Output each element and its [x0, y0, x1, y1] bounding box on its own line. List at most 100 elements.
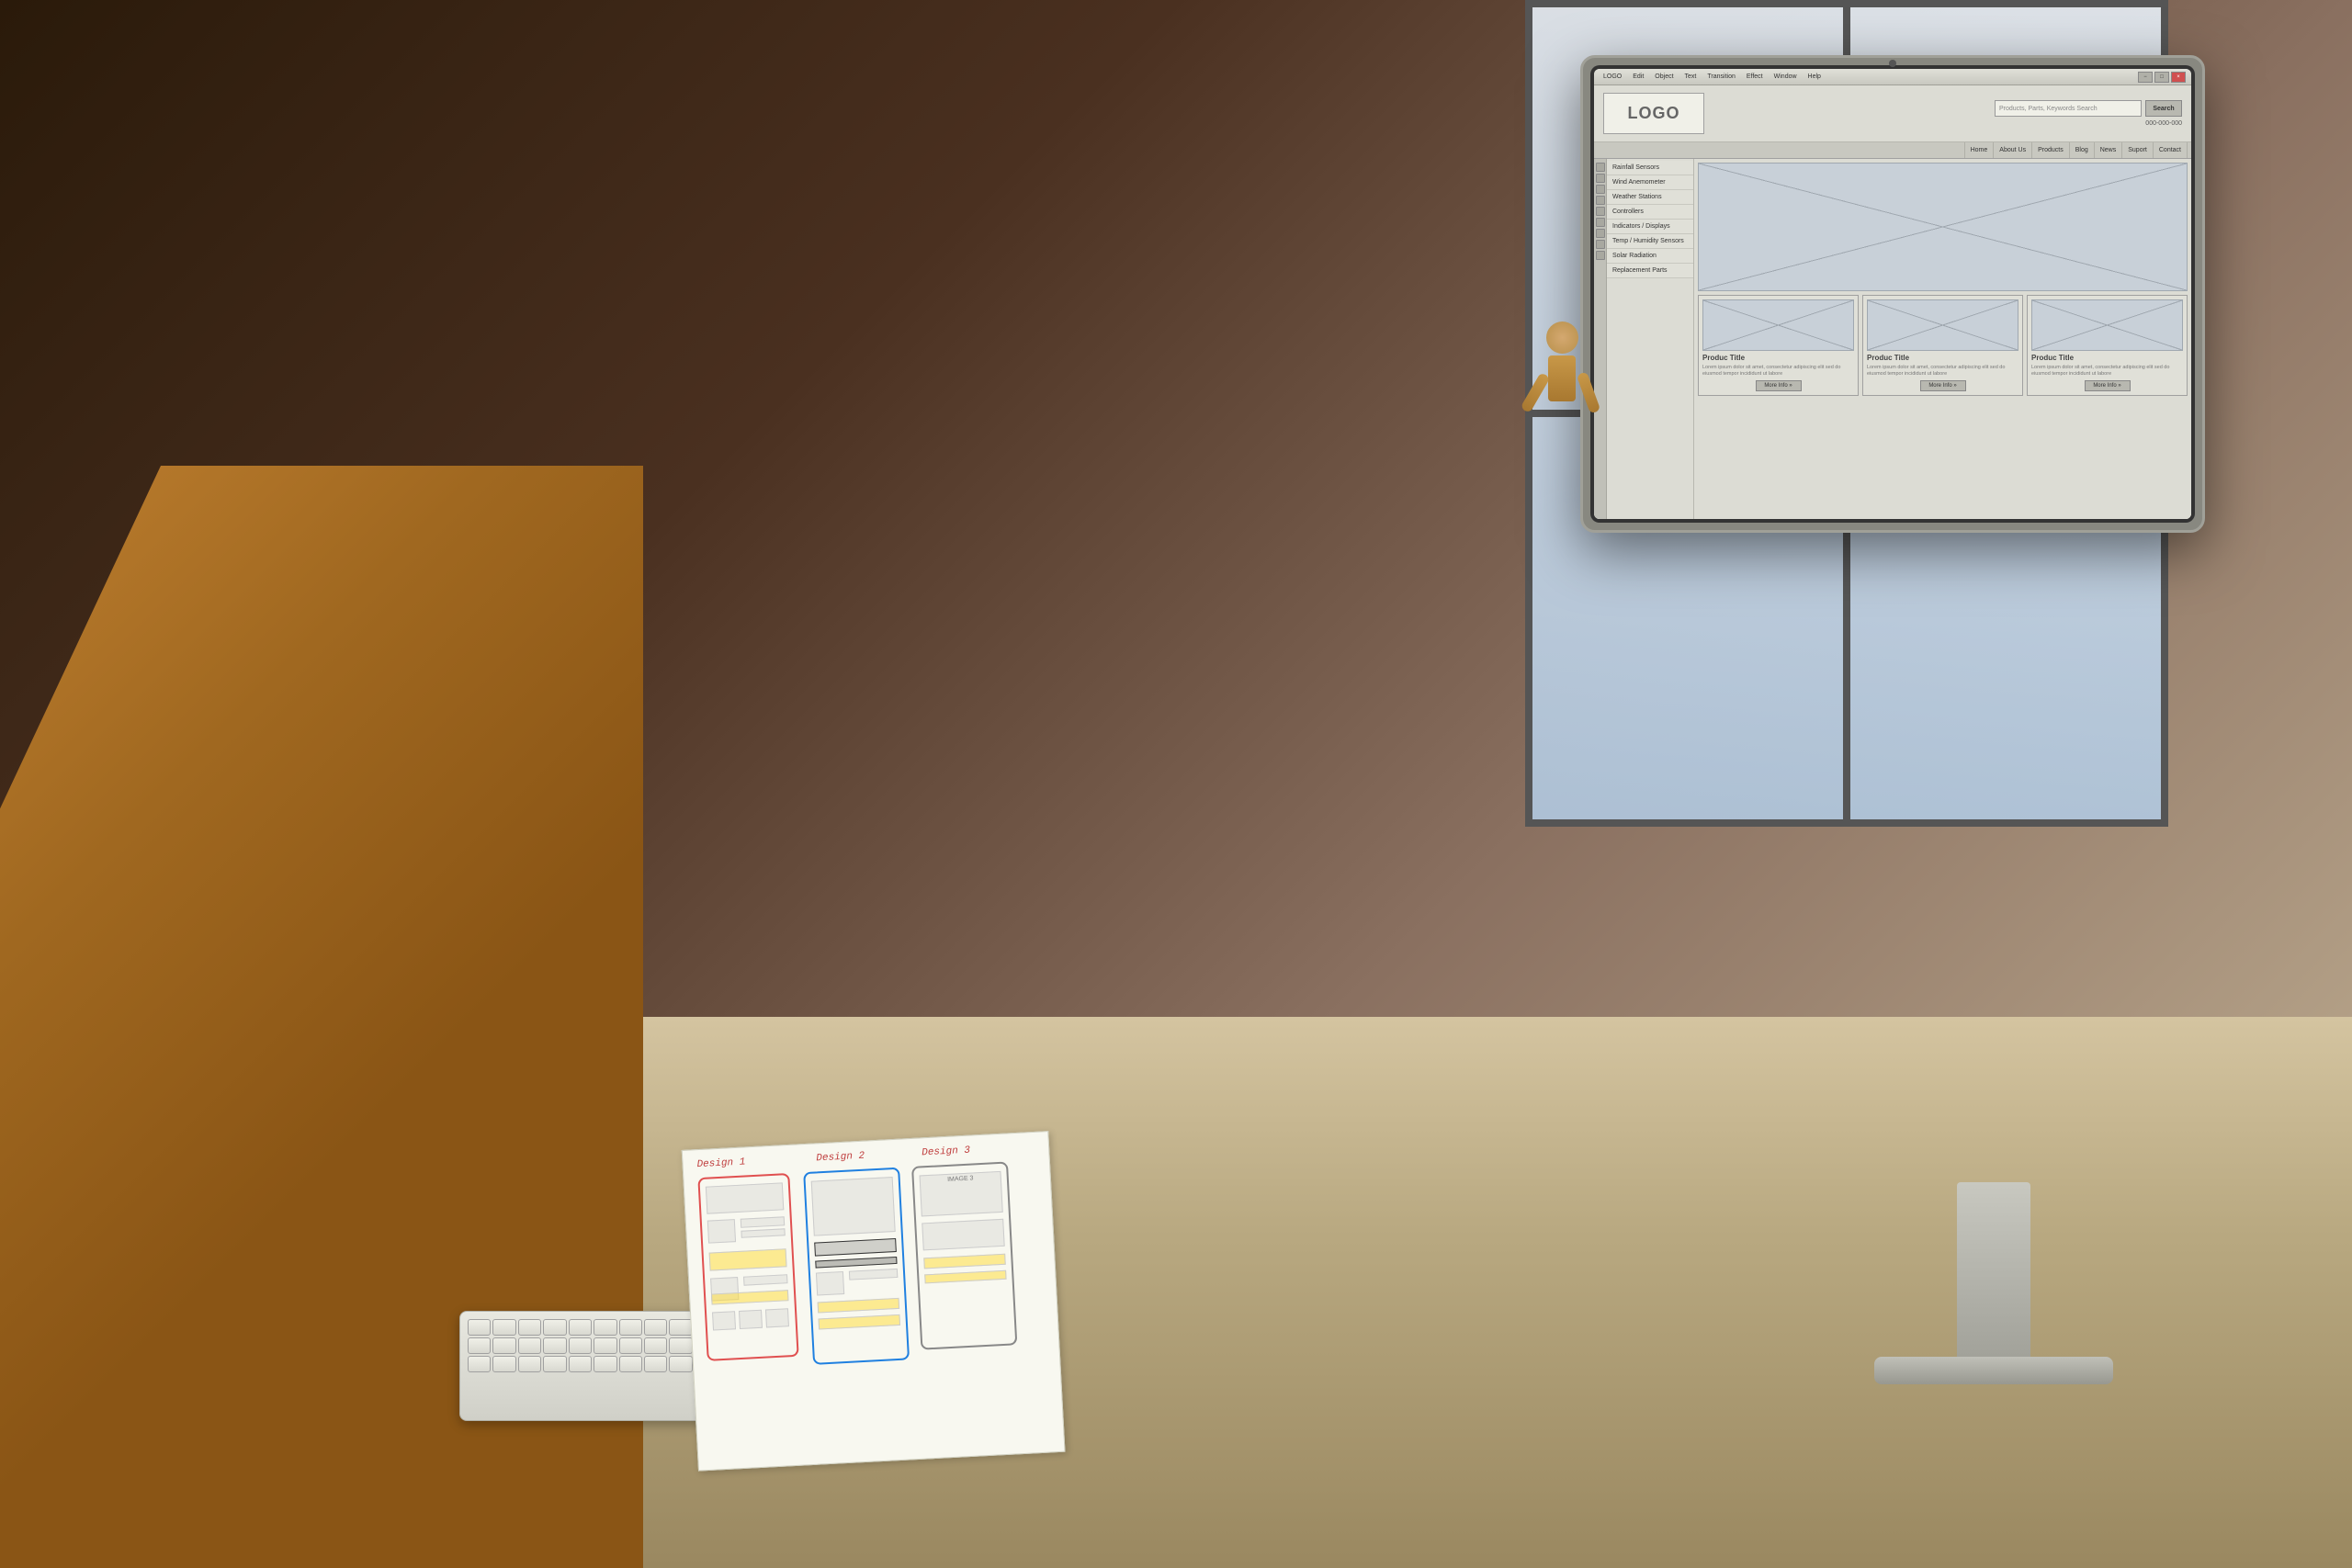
- tool-7[interactable]: [1596, 229, 1605, 238]
- nav-about[interactable]: About Us: [1994, 142, 2032, 158]
- software-title-bar: LOGO Edit Object Text Transition Effect …: [1594, 69, 2191, 85]
- menu-edit[interactable]: Edit: [1629, 73, 1647, 80]
- monitor-base: [1874, 1357, 2113, 1384]
- key-31[interactable]: [518, 1356, 541, 1372]
- monitor-stand: [1957, 1182, 2030, 1366]
- window-controls: − □ ×: [2138, 72, 2186, 83]
- sidebar-item-controllers[interactable]: Controllers: [1607, 205, 1693, 220]
- nav-news[interactable]: News: [2095, 142, 2123, 158]
- product-card-2: Produc Title Lorem ipsum dolor sit amet,…: [1862, 295, 2023, 396]
- sketch-ph2-box-7: [819, 1314, 901, 1330]
- sketch-box-1: [706, 1182, 784, 1213]
- sidebar-item-temp[interactable]: Temp / Humidity Sensors: [1607, 234, 1693, 249]
- logo-text: LOGO: [1628, 104, 1680, 123]
- key-6[interactable]: [594, 1319, 616, 1336]
- minimize-button[interactable]: −: [2138, 72, 2153, 83]
- products-row: Produc Title Lorem ipsum dolor sit amet,…: [1698, 295, 2188, 396]
- tool-4[interactable]: [1596, 196, 1605, 205]
- sidebar-item-replacement[interactable]: Replacement Parts: [1607, 264, 1693, 278]
- menu-effect[interactable]: Effect: [1743, 73, 1767, 80]
- tool-6[interactable]: [1596, 218, 1605, 227]
- main-layout: Rainfall Sensors Wind Anemometer Weather…: [1594, 159, 2191, 519]
- sketch-ph3-box-1: IMAGE 3: [920, 1171, 1003, 1217]
- more-info-btn-1[interactable]: More Info »: [1756, 380, 1802, 391]
- sketch-phone-3: IMAGE 3: [911, 1161, 1017, 1349]
- sketch-ph2-box-4: [816, 1271, 844, 1296]
- figure-body: [1548, 355, 1576, 401]
- key-29[interactable]: [468, 1356, 491, 1372]
- sketch-ph2-box-2: [814, 1238, 897, 1257]
- monitor-screen: LOGO Edit Object Text Transition Effect …: [1594, 69, 2191, 519]
- search-input[interactable]: Products, Parts, Keywords Search: [1995, 100, 2142, 117]
- key-20[interactable]: [594, 1337, 616, 1354]
- key-18[interactable]: [543, 1337, 566, 1354]
- key-30[interactable]: [492, 1356, 515, 1372]
- sidebar: Rainfall Sensors Wind Anemometer Weather…: [1607, 159, 1694, 519]
- sidebar-item-solar[interactable]: Solar Radiation: [1607, 249, 1693, 264]
- search-row: Products, Parts, Keywords Search Search: [1995, 100, 2182, 117]
- key-4[interactable]: [543, 1319, 566, 1336]
- key-21[interactable]: [619, 1337, 642, 1354]
- key-19[interactable]: [569, 1337, 592, 1354]
- monitor-camera: [1889, 60, 1896, 67]
- nav-support[interactable]: Suport: [2122, 142, 2154, 158]
- tool-8[interactable]: [1596, 240, 1605, 249]
- content-area: Produc Title Lorem ipsum dolor sit amet,…: [1694, 159, 2191, 519]
- tool-9[interactable]: [1596, 251, 1605, 260]
- website-wireframe: LOGO Products, Parts, Keywords Search Se…: [1594, 85, 2191, 519]
- product-desc-1: Lorem ipsum dolor sit amet, consectetur …: [1702, 365, 1854, 378]
- more-info-btn-2[interactable]: More Info »: [1920, 380, 1966, 391]
- key-16[interactable]: [492, 1337, 515, 1354]
- menu-transition[interactable]: Transition: [1703, 73, 1738, 80]
- design1-label: Design 1: [696, 1156, 745, 1170]
- sketch-ph3-box-3: [923, 1254, 1006, 1269]
- sketch-ph2-box-3: [815, 1257, 897, 1269]
- sidebar-item-rainfall[interactable]: Rainfall Sensors: [1607, 161, 1693, 175]
- key-15[interactable]: [468, 1337, 491, 1354]
- key-5[interactable]: [569, 1319, 592, 1336]
- key-17[interactable]: [518, 1337, 541, 1354]
- nav-blog[interactable]: Blog: [2070, 142, 2095, 158]
- more-info-btn-3[interactable]: More Info »: [2085, 380, 2131, 391]
- sketch-box-7: [743, 1274, 787, 1285]
- sketch-ph2-box-5: [849, 1269, 898, 1280]
- figure-head: [1546, 321, 1578, 354]
- sidebar-menu: Rainfall Sensors Wind Anemometer Weather…: [1607, 159, 1693, 519]
- sketch-ph3-box-4: [924, 1270, 1006, 1284]
- sidebar-item-weather[interactable]: Weather Stations: [1607, 190, 1693, 205]
- header-right: Products, Parts, Keywords Search Search …: [1713, 100, 2182, 127]
- sketch-ph3-label: IMAGE 3: [921, 1172, 1001, 1187]
- tool-3[interactable]: [1596, 185, 1605, 194]
- menu-window[interactable]: Window: [1770, 73, 1801, 80]
- tool-2[interactable]: [1596, 174, 1605, 183]
- sketch-phone-1: [697, 1173, 798, 1361]
- navigation-bar: Home About Us Products Blog News Suport …: [1594, 142, 2191, 159]
- nav-home[interactable]: Home: [1964, 142, 1995, 158]
- menu-help[interactable]: Help: [1804, 73, 1825, 80]
- tool-5[interactable]: [1596, 207, 1605, 216]
- key-33[interactable]: [569, 1356, 592, 1372]
- maximize-button[interactable]: □: [2154, 72, 2169, 83]
- figure-arm-left: [1521, 372, 1551, 413]
- sketch-box-10: [739, 1310, 763, 1329]
- sidebar-item-wind[interactable]: Wind Anemometer: [1607, 175, 1693, 190]
- key-34[interactable]: [594, 1356, 616, 1372]
- key-2[interactable]: [492, 1319, 515, 1336]
- key-7[interactable]: [619, 1319, 642, 1336]
- search-button[interactable]: Search: [2145, 100, 2182, 117]
- key-35[interactable]: [619, 1356, 642, 1372]
- nav-contact[interactable]: Contact: [2154, 142, 2188, 158]
- menu-object[interactable]: Object: [1651, 73, 1677, 80]
- menu-file[interactable]: LOGO: [1600, 73, 1625, 80]
- phone-number: 000-000-000: [2145, 120, 2182, 127]
- close-button[interactable]: ×: [2171, 72, 2186, 83]
- key-3[interactable]: [518, 1319, 541, 1336]
- tool-1[interactable]: [1596, 163, 1605, 172]
- key-1[interactable]: [468, 1319, 491, 1336]
- sidebar-item-indicators[interactable]: Indicators / Displays: [1607, 220, 1693, 234]
- product-image-3: [2031, 299, 2183, 351]
- key-32[interactable]: [543, 1356, 566, 1372]
- menu-text[interactable]: Text: [1681, 73, 1701, 80]
- wireframe-sketch-paper: Design 1 Design 2 Design 3: [682, 1131, 1066, 1471]
- nav-products[interactable]: Products: [2032, 142, 2070, 158]
